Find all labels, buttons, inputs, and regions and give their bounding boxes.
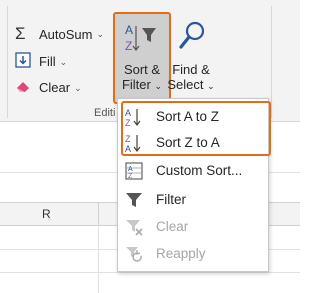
column-separator <box>98 203 99 225</box>
find-select-label: Find & Select ⌄ <box>167 62 215 94</box>
grid-row-line <box>0 272 300 273</box>
find-select-line2: Select <box>167 77 204 92</box>
autosum-label: AutoSum <box>39 26 93 42</box>
menu-label-reapply: Reapply <box>156 246 206 261</box>
fill-label: Fill <box>39 54 56 69</box>
menu-label-filter: Filter <box>156 192 186 207</box>
chevron-down-icon: ⌄ <box>154 81 163 91</box>
sigma-icon: Σ <box>15 24 26 43</box>
ribbon-separator <box>7 6 8 118</box>
sort-filter-button[interactable]: A Z Sort & Filter ⌄ <box>113 12 171 104</box>
clear-label: Clear <box>39 80 71 95</box>
custom-sort-icon: AZ <box>124 161 144 181</box>
menu-item-clear[interactable]: Clear <box>118 214 268 239</box>
fill-down-icon <box>15 52 35 71</box>
reapply-icon <box>124 244 144 264</box>
sort-options-highlight <box>121 101 271 156</box>
menu-item-filter[interactable]: Filter <box>118 187 268 212</box>
sort-filter-icon: A Z <box>123 22 161 61</box>
find-select-button[interactable]: Find & Select ⌄ <box>167 14 215 100</box>
find-select-line1: Find & <box>172 62 210 77</box>
column-header-r[interactable]: R <box>42 207 51 221</box>
grid-column-line <box>98 225 99 293</box>
magnifier-icon <box>178 20 208 57</box>
fill-button[interactable]: Fill ⌄ <box>15 52 67 71</box>
clear-filter-icon <box>124 217 144 237</box>
menu-item-custom-sort[interactable]: AZ Custom Sort... <box>118 158 268 183</box>
editing-group-label: Editi <box>94 107 116 119</box>
svg-text:A: A <box>125 23 133 37</box>
chevron-down-icon: ⌄ <box>96 29 105 39</box>
clear-button[interactable]: Clear ⌄ <box>15 79 82 96</box>
sort-filter-line1: Sort & <box>123 62 161 77</box>
chevron-down-icon: ⌄ <box>207 81 215 91</box>
sort-filter-label: Sort & Filter ⌄ <box>115 62 169 94</box>
eraser-icon <box>15 79 35 96</box>
svg-text:A: A <box>128 166 133 173</box>
menu-label-custom-sort: Custom Sort... <box>156 163 243 178</box>
autosum-button[interactable]: Σ AutoSum ⌄ <box>15 24 104 44</box>
menu-label-clear: Clear <box>156 219 189 234</box>
ribbon-separator <box>271 6 272 118</box>
svg-text:Z: Z <box>125 39 132 53</box>
menu-item-reapply[interactable]: Reapply <box>118 241 268 266</box>
svg-text:Z: Z <box>128 173 133 180</box>
funnel-icon <box>124 190 144 210</box>
chevron-down-icon: ⌄ <box>74 82 82 93</box>
sort-filter-line2: Filter <box>121 77 151 92</box>
chevron-down-icon: ⌄ <box>59 56 68 67</box>
